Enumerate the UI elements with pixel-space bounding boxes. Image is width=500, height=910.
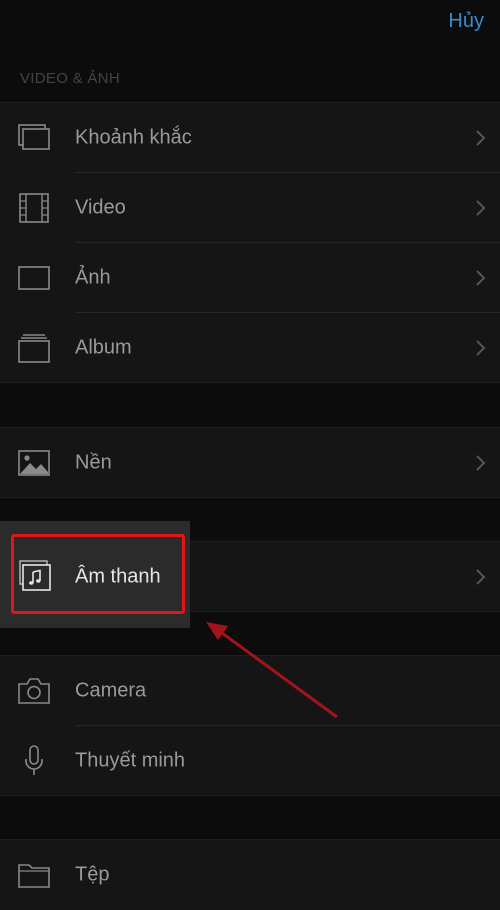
chevron-right-icon <box>476 200 486 216</box>
chevron-right-icon <box>476 130 486 146</box>
microphone-icon <box>25 745 43 775</box>
menu-item-label: Nền <box>75 451 112 474</box>
menu-item-label: Camera <box>75 679 147 702</box>
chevron-right-icon <box>476 569 486 585</box>
divider <box>0 497 500 498</box>
chevron-right-icon <box>476 455 486 471</box>
menu-item-voiceover[interactable]: Thuyết minh <box>0 726 500 796</box>
menu-item-camera[interactable]: Camera <box>0 656 500 726</box>
menu-item-label: Thuyết minh <box>75 749 186 772</box>
divider <box>0 382 500 383</box>
cancel-button[interactable]: Hủy <box>448 10 484 33</box>
menu-item-album[interactable]: Album <box>0 313 500 383</box>
menu-item-label: Khoảnh khắc <box>75 126 192 149</box>
menu-item-label: Tệp <box>75 863 110 886</box>
divider <box>0 795 500 796</box>
wallpaper-icon <box>18 450 50 476</box>
menu-item-wallpaper[interactable]: Nền <box>0 428 500 498</box>
menu-item-moments[interactable]: Khoảnh khắc <box>0 103 500 173</box>
chevron-right-icon <box>476 270 486 286</box>
menu-item-label: Ảnh <box>75 266 111 289</box>
camera-icon <box>18 678 50 704</box>
annotation-highlight-box <box>11 534 185 614</box>
section-title: VIDEO & ẢNH <box>20 70 120 87</box>
menu-item-video[interactable]: Video <box>0 173 500 243</box>
menu-item-photo[interactable]: Ảnh <box>0 243 500 313</box>
folder-icon <box>18 864 50 888</box>
photo-frame-icon <box>18 266 50 290</box>
film-icon <box>19 193 49 223</box>
album-icon <box>18 334 50 363</box>
chevron-right-icon <box>476 340 486 356</box>
moments-icon <box>18 124 50 150</box>
menu-item-label: Video <box>75 196 126 219</box>
menu-item-label: Album <box>75 336 132 359</box>
